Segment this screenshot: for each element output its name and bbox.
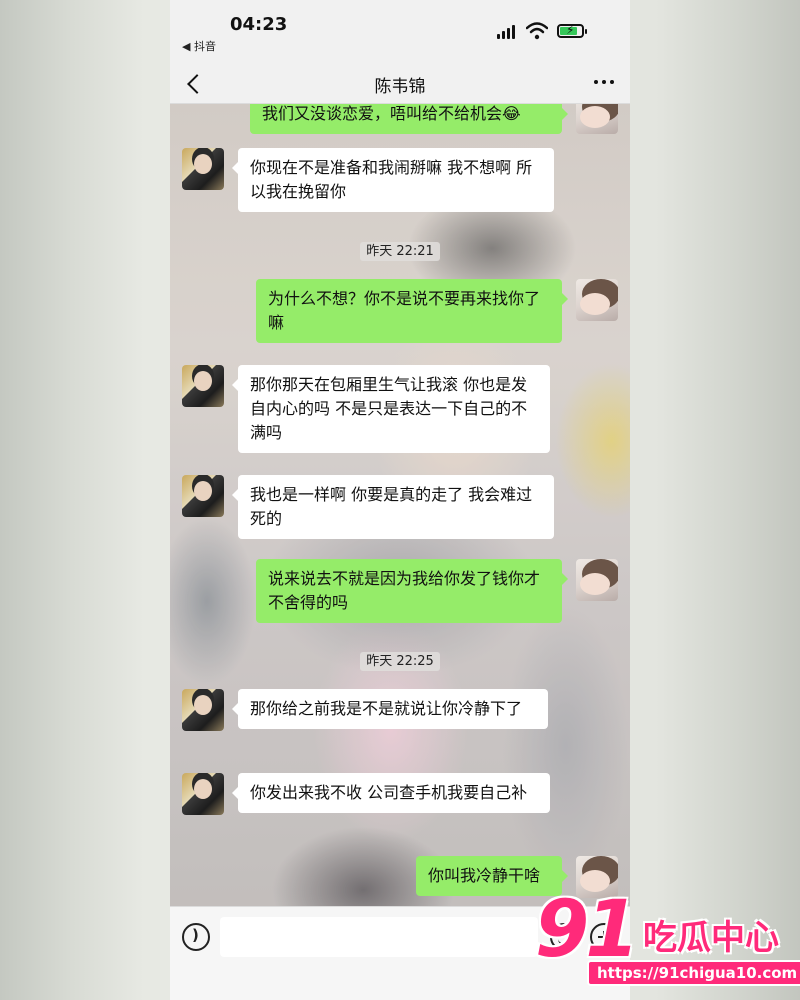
- status-time: 04:23: [230, 14, 288, 35]
- message-timestamp: 昨天 22:21: [170, 240, 630, 261]
- message-timestamp: 昨天 22:25: [170, 650, 630, 671]
- watermark-name: 吃瓜中心: [643, 918, 779, 958]
- contact-avatar[interactable]: [182, 365, 224, 407]
- contact-avatar[interactable]: [182, 475, 224, 517]
- my-avatar[interactable]: [576, 104, 618, 134]
- chat-area[interactable]: 我们又没谈恋爱，唔叫给不给机会😂 你现在不是准备和我闹掰嘛 我不想啊 所以我在挽…: [170, 104, 630, 906]
- timestamp-label: 昨天 22:21: [360, 242, 440, 261]
- status-bar: 04:23 ◀ 抖音 ⚡: [170, 0, 630, 62]
- site-watermark: 91 吃瓜中心 https://91chigua10.com: [535, 888, 800, 992]
- charging-icon: ⚡: [566, 23, 575, 37]
- my-avatar[interactable]: [576, 279, 618, 321]
- received-message-bubble[interactable]: 那你那天在包厢里生气让我滚 你也是发自内心的吗 不是只是表达一下自己的不满吗: [232, 365, 550, 453]
- signal-icon: [497, 25, 515, 39]
- received-message-bubble[interactable]: 那你给之前我是不是就说让你冷静下了: [232, 689, 548, 729]
- received-message-bubble[interactable]: 你发出来我不收 公司查手机我要自己补: [232, 773, 550, 813]
- more-options-button[interactable]: [594, 80, 614, 84]
- wifi-icon: [526, 22, 548, 40]
- sent-message-bubble[interactable]: 说来说去不就是因为我给你发了钱你才不舍得的吗: [256, 559, 568, 623]
- sent-message-bubble[interactable]: 为什么不想？你不是说不要再来找你了嘛: [256, 279, 568, 343]
- back-to-app-link[interactable]: ◀ 抖音: [182, 38, 216, 54]
- sent-message-bubble[interactable]: 我们又没谈恋爱，唔叫给不给机会😂: [250, 104, 568, 134]
- contact-avatar[interactable]: [182, 773, 224, 815]
- chat-header: 陈韦锦: [170, 62, 630, 104]
- contact-name: 陈韦锦: [374, 77, 426, 97]
- message-input[interactable]: [220, 917, 538, 957]
- battery-icon: ⚡: [557, 23, 587, 38]
- contact-avatar[interactable]: [182, 689, 224, 731]
- voice-input-icon[interactable]: [182, 923, 210, 951]
- received-message-bubble[interactable]: 你现在不是准备和我闹掰嘛 我不想啊 所以我在挽留你: [232, 148, 554, 212]
- watermark-url: https://91chigua10.com: [587, 960, 800, 986]
- phone-screen: 04:23 ◀ 抖音 ⚡ 陈韦锦 我们又没谈恋爱，唔叫给不给机会😂 你现在不是准…: [170, 0, 630, 1000]
- timestamp-label: 昨天 22:25: [360, 652, 440, 671]
- my-avatar[interactable]: [576, 559, 618, 601]
- contact-avatar[interactable]: [182, 148, 224, 190]
- received-message-bubble[interactable]: 我也是一样啊 你要是真的走了 我会难过死的: [232, 475, 554, 539]
